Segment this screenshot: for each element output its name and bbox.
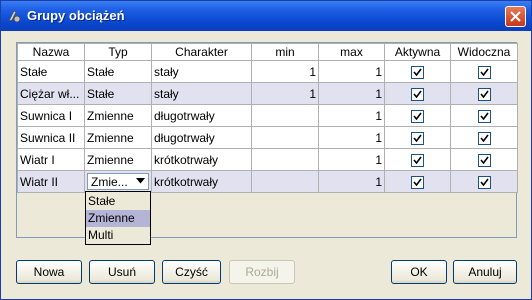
- cell-character[interactable]: krótkotrwały: [151, 148, 252, 171]
- active-checkbox[interactable]: [411, 87, 424, 101]
- cell-max[interactable]: 1: [318, 104, 385, 127]
- cell-character[interactable]: stały: [151, 60, 252, 83]
- active-checkbox[interactable]: [411, 109, 424, 123]
- cell-name[interactable]: Wiatr I: [17, 148, 85, 171]
- cell-name[interactable]: Suwnica I: [17, 104, 85, 127]
- table-row[interactable]: Stałe Stałe stały 1 1: [17, 60, 518, 83]
- combo-value: Zmie...: [91, 175, 128, 189]
- cell-character[interactable]: krótkotrwały: [151, 170, 252, 193]
- visible-checkbox[interactable]: [477, 87, 491, 101]
- checkmark-icon: [479, 134, 489, 142]
- cell-name[interactable]: Stałe: [17, 60, 85, 83]
- cell-max[interactable]: 1: [318, 82, 385, 105]
- cell-visible[interactable]: [450, 104, 518, 127]
- header-name[interactable]: Nazwa: [17, 43, 85, 61]
- dropdown-option-stale[interactable]: Stałe: [86, 193, 150, 210]
- cell-min[interactable]: 1: [251, 82, 319, 105]
- header-type[interactable]: Typ: [84, 43, 152, 61]
- delete-button[interactable]: Usuń: [89, 260, 155, 284]
- cell-active[interactable]: [384, 60, 451, 83]
- split-button[interactable]: Rozbij: [229, 260, 295, 284]
- clear-button[interactable]: Czyść: [162, 260, 221, 284]
- cell-name[interactable]: Suwnica II: [17, 126, 85, 149]
- dialog-window: Grupy obciążeń Nazwa Typ Charakter min m…: [0, 0, 532, 300]
- cell-min[interactable]: [251, 148, 319, 171]
- checkmark-icon: [413, 90, 422, 98]
- visible-checkbox[interactable]: [477, 131, 491, 145]
- checkmark-icon: [413, 134, 422, 142]
- checkmark-icon: [413, 112, 422, 120]
- checkmark-icon: [479, 112, 489, 120]
- table-row[interactable]: Suwnica II Zmienne długotrwały 1: [17, 126, 518, 149]
- cell-type[interactable]: Zmienne: [84, 104, 152, 127]
- cell-active[interactable]: [384, 126, 451, 149]
- new-button[interactable]: Nowa: [16, 260, 82, 284]
- close-icon: [510, 11, 521, 22]
- header-min[interactable]: min: [251, 43, 319, 61]
- active-checkbox[interactable]: [411, 175, 424, 189]
- cell-visible[interactable]: [450, 148, 518, 171]
- cell-type[interactable]: Zmienne: [84, 148, 152, 171]
- checkmark-icon: [413, 156, 422, 164]
- active-checkbox[interactable]: [411, 65, 424, 79]
- checkmark-icon: [479, 178, 489, 186]
- header-active[interactable]: Aktywna: [384, 43, 451, 61]
- chevron-down-icon: [136, 178, 145, 184]
- table-row[interactable]: Wiatr I Zmienne krótkotrwały 1: [17, 148, 518, 171]
- cell-active[interactable]: [384, 170, 451, 193]
- cell-active[interactable]: [384, 148, 451, 171]
- cell-max[interactable]: 1: [318, 60, 385, 83]
- cell-type[interactable]: Stałe: [84, 82, 152, 105]
- type-combobox[interactable]: Zmie...: [87, 173, 149, 190]
- active-checkbox[interactable]: [411, 131, 424, 145]
- active-checkbox[interactable]: [411, 153, 424, 167]
- cell-visible[interactable]: [450, 170, 518, 193]
- ok-button[interactable]: OK: [391, 260, 447, 284]
- close-button[interactable]: [505, 6, 526, 27]
- visible-checkbox[interactable]: [477, 153, 491, 167]
- cell-name[interactable]: Ciężar wł...: [17, 82, 85, 105]
- header-max[interactable]: max: [318, 43, 385, 61]
- cell-visible[interactable]: [450, 60, 518, 83]
- cell-min[interactable]: 1: [251, 60, 319, 83]
- cell-min[interactable]: [251, 104, 319, 127]
- header-visible[interactable]: Widoczna: [450, 43, 518, 61]
- cell-type[interactable]: Stałe: [84, 60, 152, 83]
- cell-max[interactable]: 1: [318, 126, 385, 149]
- cell-max[interactable]: 1: [318, 170, 385, 193]
- table-header-row: Nazwa Typ Charakter min max Aktywna Wido…: [17, 43, 518, 61]
- visible-checkbox[interactable]: [477, 175, 491, 189]
- cell-active[interactable]: [384, 82, 451, 105]
- app-icon: [6, 8, 22, 24]
- table-row[interactable]: Ciężar wł... Stałe stały 1 1: [17, 82, 518, 105]
- cancel-button[interactable]: Anuluj: [453, 260, 517, 284]
- checkmark-icon: [413, 68, 422, 76]
- visible-checkbox[interactable]: [477, 65, 491, 79]
- cell-character[interactable]: długotrwały: [151, 126, 252, 149]
- cell-active[interactable]: [384, 104, 451, 127]
- dropdown-option-zmienne[interactable]: Zmienne: [86, 210, 150, 227]
- table-row[interactable]: Wiatr II Zmie... krótkotrwały 1: [17, 170, 518, 193]
- cell-type-editor[interactable]: Zmie...: [84, 170, 152, 193]
- cell-name[interactable]: Wiatr II: [17, 170, 85, 193]
- cell-min[interactable]: [251, 170, 319, 193]
- checkmark-icon: [479, 156, 489, 164]
- title-bar[interactable]: Grupy obciążeń: [1, 1, 531, 31]
- cell-character[interactable]: długotrwały: [151, 104, 252, 127]
- cell-min[interactable]: [251, 126, 319, 149]
- window-title: Grupy obciążeń: [27, 8, 125, 23]
- checkmark-icon: [479, 68, 489, 76]
- cell-max[interactable]: 1: [318, 148, 385, 171]
- cell-character[interactable]: stały: [151, 82, 252, 105]
- cell-visible[interactable]: [450, 82, 518, 105]
- table-row[interactable]: Suwnica I Zmienne długotrwały 1: [17, 104, 518, 127]
- type-dropdown-list[interactable]: Stałe Zmienne Multi: [85, 191, 151, 245]
- cell-visible[interactable]: [450, 126, 518, 149]
- checkmark-icon: [479, 90, 489, 98]
- visible-checkbox[interactable]: [477, 109, 491, 123]
- dropdown-option-multi[interactable]: Multi: [86, 227, 150, 244]
- cell-type[interactable]: Zmienne: [84, 126, 152, 149]
- header-character[interactable]: Charakter: [151, 43, 252, 61]
- checkmark-icon: [413, 178, 422, 186]
